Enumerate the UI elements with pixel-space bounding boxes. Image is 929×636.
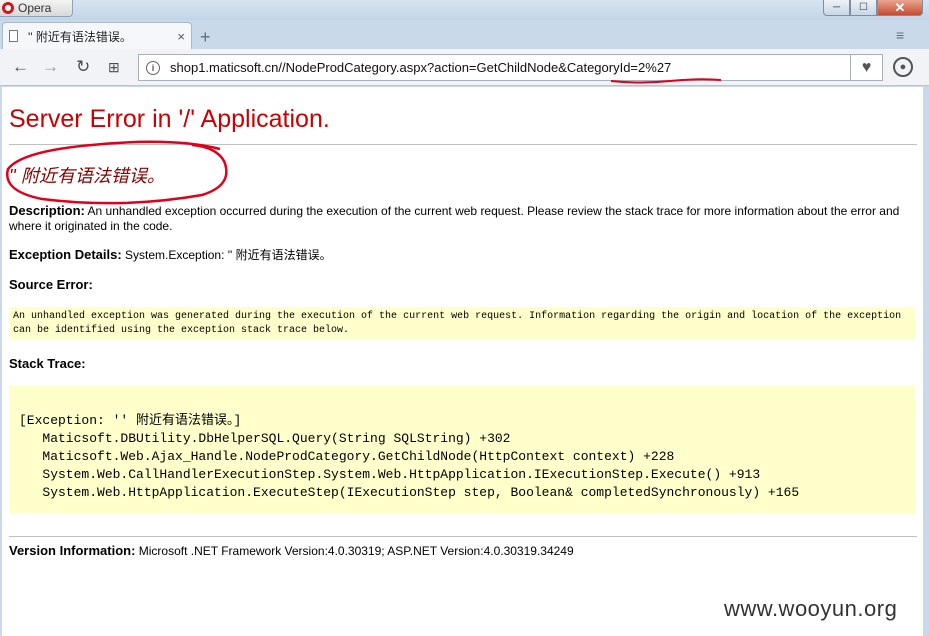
stack-trace-box: [Exception: '' 附近有语法错误。] Maticsoft.DBUti…: [9, 386, 915, 514]
title-bar: Opera ─ ☐ ✕: [0, 0, 929, 20]
navigation-toolbar: ← → ↻ ⊞ i shop1.maticsoft.cn//NodeProdCa…: [0, 49, 929, 86]
reload-icon[interactable]: ↻: [76, 58, 90, 76]
page-content: Server Error in '/' Application. '' 附近有语…: [2, 87, 923, 636]
version-text: Microsoft .NET Framework Version:4.0.303…: [135, 544, 574, 558]
minimize-button[interactable]: ─: [823, 0, 850, 16]
version-information: Version Information: Microsoft .NET Fram…: [9, 543, 909, 559]
tab-close-icon[interactable]: ×: [177, 29, 185, 44]
source-error-label: Source Error:: [9, 277, 93, 292]
back-icon[interactable]: ←: [12, 58, 29, 76]
maximize-button[interactable]: ☐: [850, 0, 877, 16]
address-bar[interactable]: i shop1.maticsoft.cn//NodeProdCategory.a…: [138, 54, 851, 81]
speed-dial-icon[interactable]: ⊞: [108, 58, 120, 76]
favorite-heart-icon[interactable]: ♥: [851, 54, 883, 81]
forward-icon[interactable]: →: [42, 58, 59, 76]
account-icon[interactable]: ●: [893, 57, 913, 77]
description-paragraph: Description: An unhandled exception occu…: [9, 203, 909, 234]
watermark: www.wooyun.org: [724, 596, 898, 621]
stack-trace-label: Stack Trace:: [9, 356, 86, 371]
tab-active[interactable]: '' 附近有语法错误。 ×: [2, 22, 192, 49]
source-error-heading: Source Error:: [9, 277, 909, 293]
version-label: Version Information:: [9, 543, 136, 558]
opera-logo-icon: [2, 2, 14, 14]
opera-menu-button[interactable]: Opera: [0, 0, 73, 17]
opera-menu-label: Opera: [18, 1, 52, 15]
exception-text: System.Exception: '' 附近有语法错误。: [121, 248, 332, 262]
tab-title: '' 附近有语法错误。: [28, 29, 132, 44]
tab-strip: '' 附近有语法错误。 × + ≡: [0, 20, 929, 49]
new-tab-icon[interactable]: +: [200, 27, 211, 48]
window-frame-right: [923, 87, 929, 636]
page-title: Server Error in '/' Application.: [9, 105, 330, 133]
subtitle-circle-annotation: [5, 140, 228, 205]
site-info-icon[interactable]: i: [146, 60, 160, 75]
exception-details: Exception Details: System.Exception: '' …: [9, 247, 909, 263]
tab-menu-icon[interactable]: ≡: [896, 27, 904, 43]
description-text: An unhandled exception occurred during t…: [9, 204, 900, 233]
address-url[interactable]: shop1.maticsoft.cn//NodeProdCategory.asp…: [170, 60, 671, 75]
stack-trace-heading: Stack Trace:: [9, 356, 909, 372]
description-label: Description:: [9, 203, 85, 218]
source-error-box: An unhandled exception was generated dur…: [9, 307, 915, 340]
url-underline-annotation: [610, 78, 722, 84]
version-divider: [9, 536, 917, 537]
exception-label: Exception Details:: [9, 247, 122, 262]
close-window-button[interactable]: ✕: [877, 0, 923, 16]
page-icon: [9, 30, 18, 42]
